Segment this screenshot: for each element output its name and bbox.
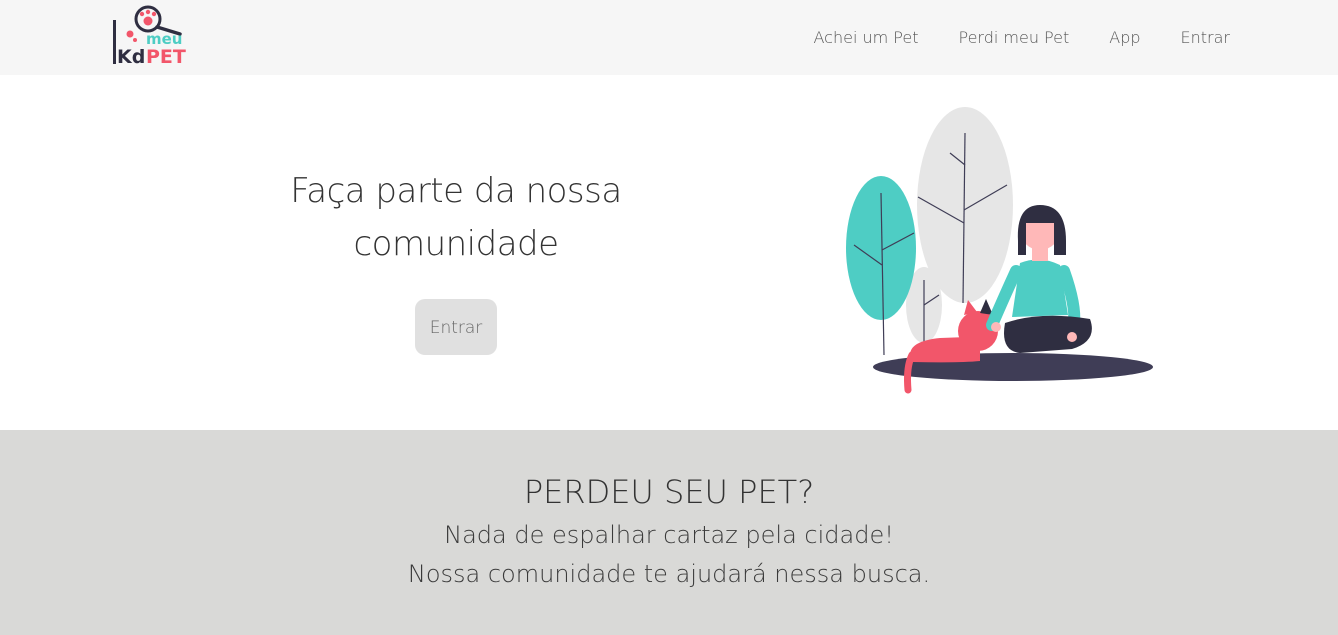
paw-icon xyxy=(143,16,153,26)
lost-pet-line2: Nossa comunidade te ajudará nessa busca. xyxy=(407,560,931,588)
hero-text: Faça parte da nossa comunidade Entrar xyxy=(236,165,676,355)
nav-app[interactable]: App xyxy=(1109,28,1140,47)
navbar: Kd meu PET Achei um Pet Perdi meu Pet Ap… xyxy=(0,0,1338,75)
lost-pet-line1: Nada de espalhar cartaz pela cidade! xyxy=(444,521,894,549)
logo-graphic: Kd meu PET xyxy=(113,5,186,68)
lost-pet-section: PERDEU SEU PET? Nada de espalhar cartaz … xyxy=(0,430,1338,635)
lost-pet-title: PERDEU SEU PET? xyxy=(523,473,815,511)
nav-achei-um-pet[interactable]: Achei um Pet xyxy=(814,28,919,47)
nav-perdi-meu-pet[interactable]: Perdi meu Pet xyxy=(958,28,1069,47)
nav-entrar[interactable]: Entrar xyxy=(1181,28,1230,47)
woman-with-cat-illustration xyxy=(840,105,1160,405)
logo-prefix: Kd xyxy=(117,46,145,68)
kdmeupet-logo[interactable]: Kd meu PET xyxy=(108,4,198,68)
main-nav: Achei um Pet Perdi meu Pet App Entrar xyxy=(774,0,1231,75)
hero-entrar-button[interactable]: Entrar xyxy=(415,299,497,355)
hero-title: Faça parte da nossa comunidade xyxy=(236,165,676,271)
hero-title-line2: comunidade xyxy=(353,224,559,264)
hero-title-line1: Faça parte da nossa xyxy=(290,171,622,211)
logo-main-text: PET xyxy=(146,46,186,68)
hero-section: Faça parte da nossa comunidade Entrar xyxy=(0,75,1338,430)
